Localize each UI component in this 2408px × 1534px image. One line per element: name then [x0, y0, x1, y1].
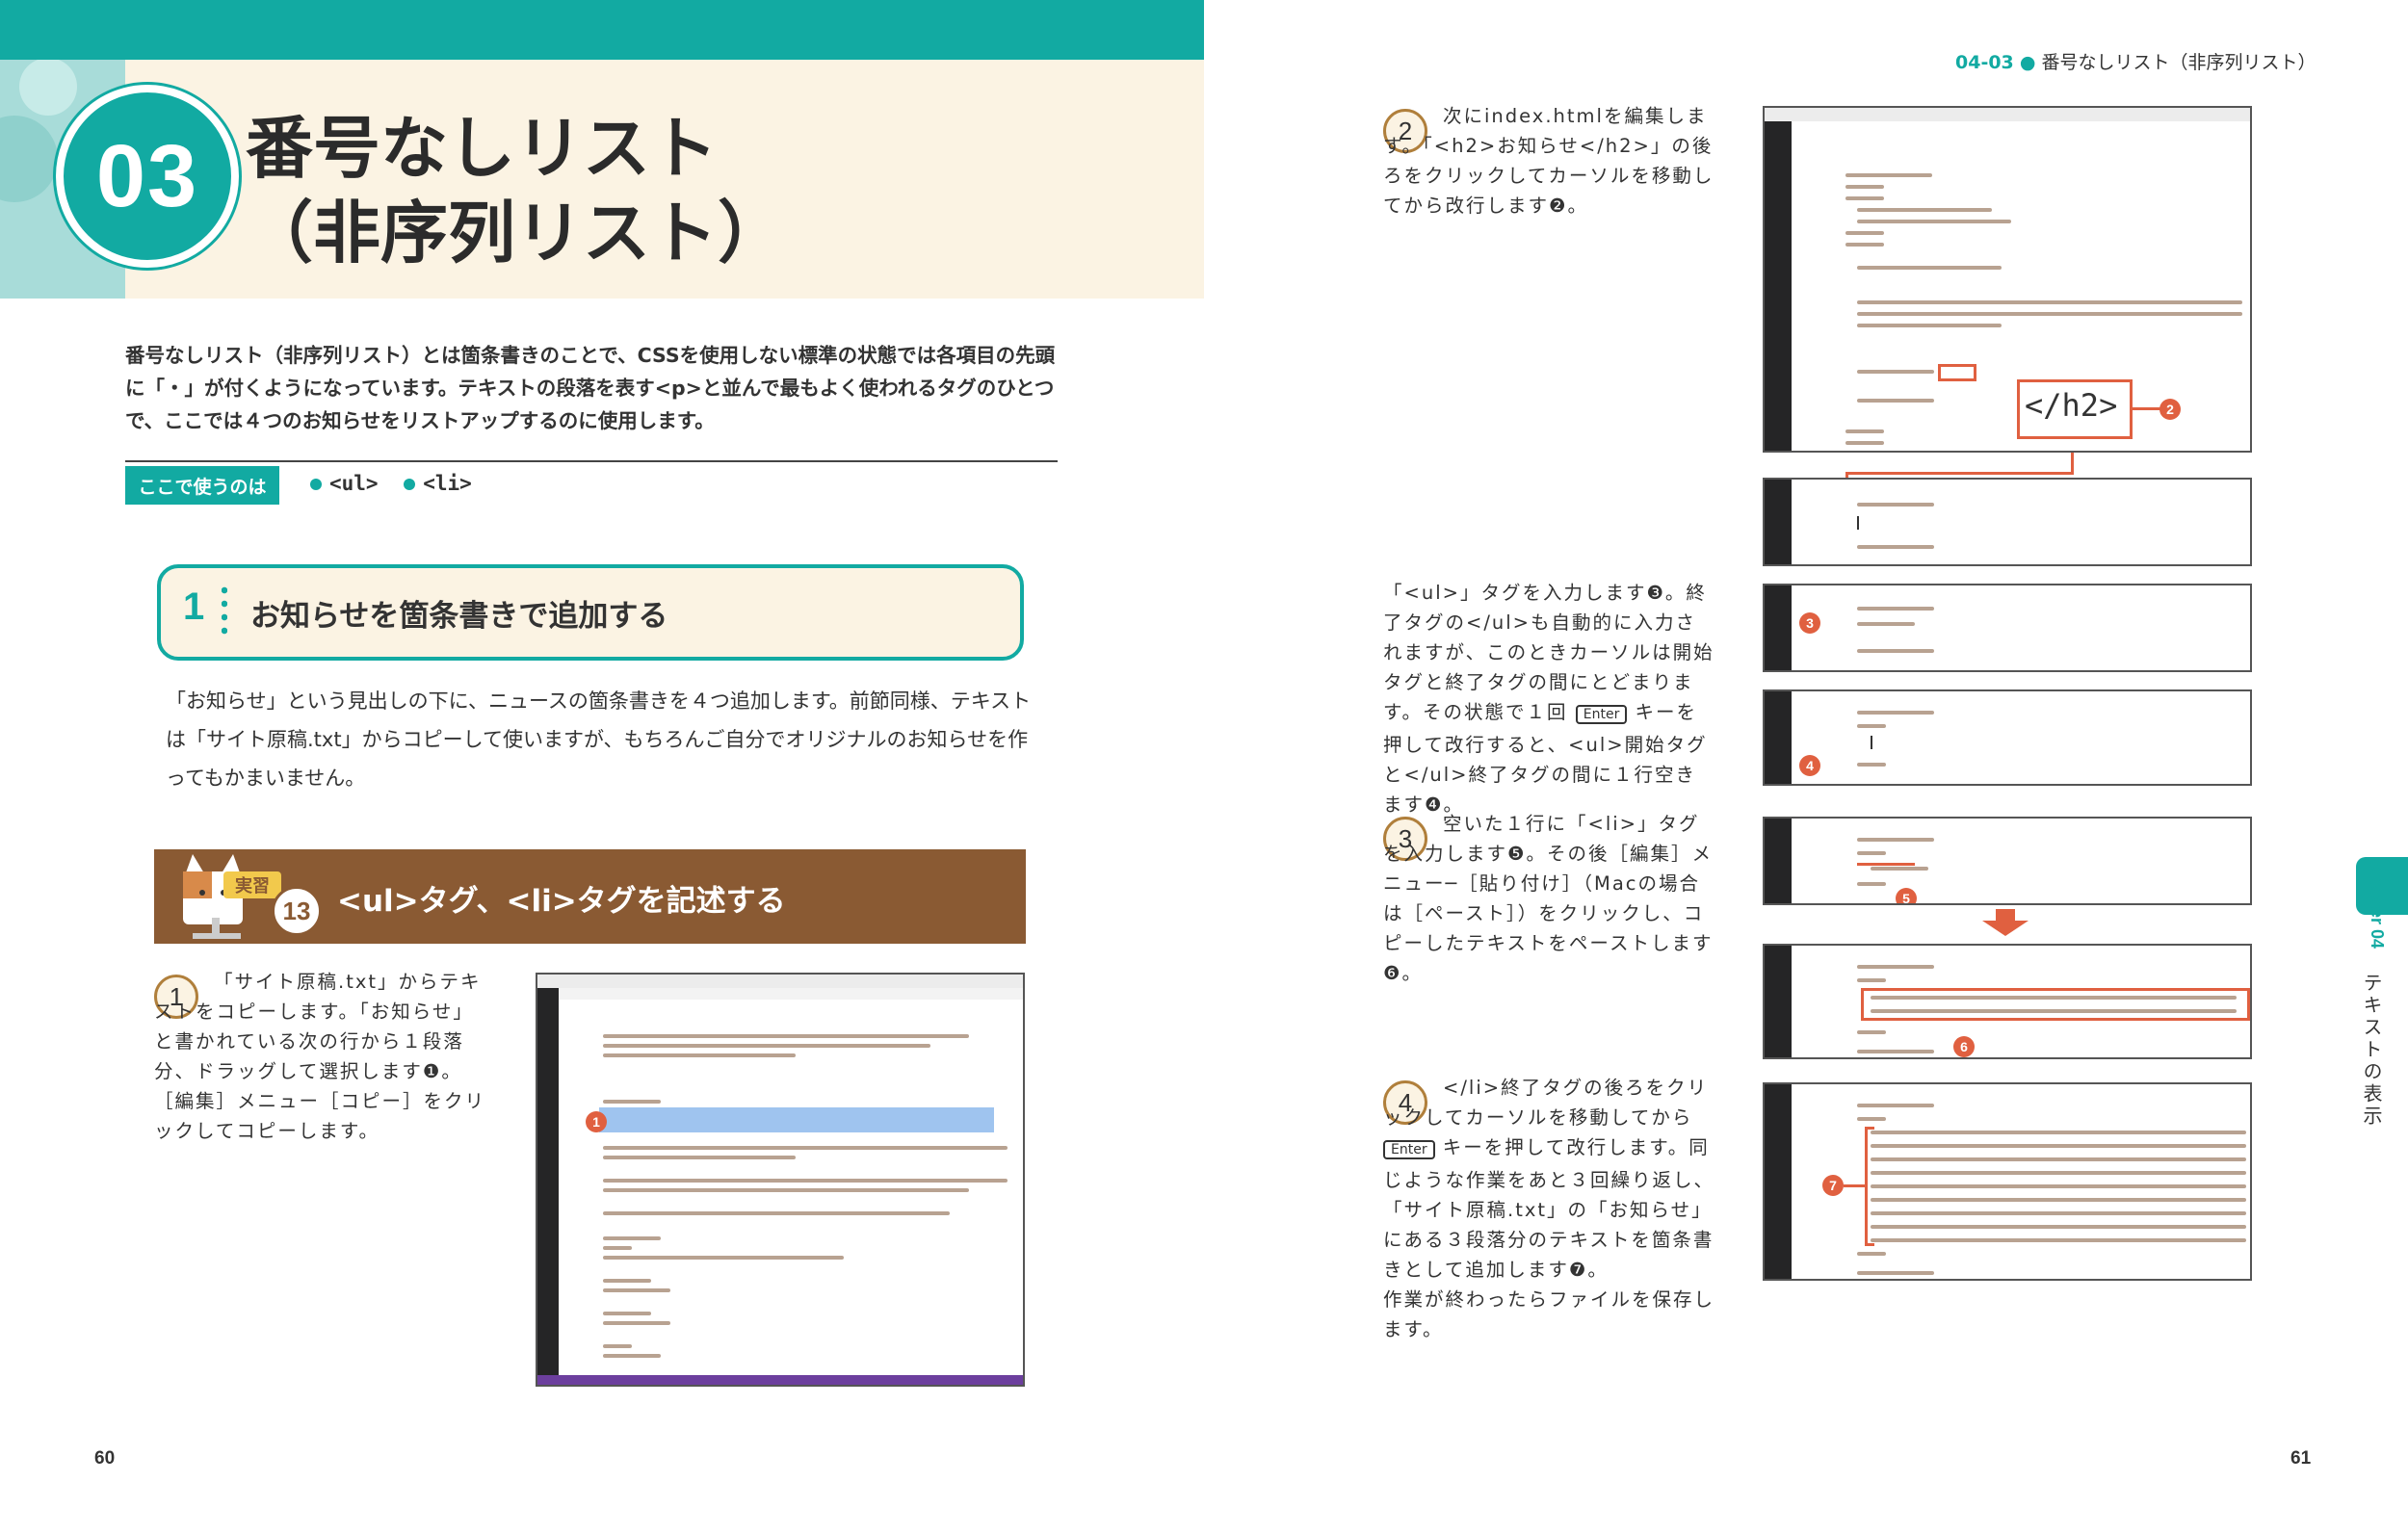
- chapter-header-band: [0, 0, 1204, 60]
- step-number: 1: [183, 585, 205, 628]
- editor-menu-bar: [537, 975, 1023, 988]
- practice-number: 13: [272, 886, 322, 936]
- text-cursor: [1857, 516, 1859, 530]
- page-number-left: 60: [94, 1448, 116, 1469]
- enter-key-icon: Enter: [1575, 705, 1628, 724]
- editor-menu-bar: [1765, 108, 2250, 121]
- editor-status-bar: [537, 1375, 1023, 1385]
- editor-activity-bar: [1765, 108, 1792, 451]
- bullet-icon: [404, 479, 416, 490]
- editor-screenshot: 6: [1763, 944, 2252, 1059]
- enter-key-icon: Enter: [1383, 1140, 1435, 1159]
- substep-text: 「<ul>」タグを入力します❸。終了タグの</ul>も自動的に入力されますが、こ…: [1383, 582, 1714, 816]
- uses-label: ここで使うのは: [125, 466, 279, 505]
- running-head: 04-03 ● 番号なしリスト（非序列リスト）: [1955, 52, 2316, 73]
- chapter-label: chapter 04: [2368, 862, 2387, 949]
- practice-label: 実習: [223, 871, 281, 898]
- editor-screenshot: [1763, 478, 2252, 566]
- marker-5: 5: [1896, 888, 1917, 903]
- marker-7: 7: [1822, 1175, 1844, 1196]
- substep-text: 「サイト原稿.txt」からテキストをコピーします。「お知らせ」と書かれている次の…: [154, 971, 486, 1142]
- substep-text: 次にindex.htmlを編集します。「<h2>お知らせ</h2>」の後ろをクリ…: [1383, 105, 1714, 217]
- running-head-title: 番号なしリスト（非序列リスト）: [2041, 52, 2316, 73]
- marker-1: 1: [586, 1111, 607, 1132]
- page-number-right: 61: [2290, 1448, 2312, 1469]
- uses-tag: <li>: [423, 472, 472, 495]
- editor-screenshot: 5: [1763, 817, 2252, 905]
- running-head-id: 04-03: [1955, 52, 2014, 73]
- step-title: お知らせを箇条書きで追加する: [250, 599, 668, 634]
- substep-text: </li>終了タグの後ろをクリックしてカーソルを移動してから Enter キーを…: [1383, 1077, 1715, 1340]
- section-title: 番号なしリスト （非序列リスト）: [246, 109, 785, 273]
- bullet-icon: [310, 479, 322, 490]
- uses-tag: <ul>: [329, 472, 379, 495]
- text-cursor: [1871, 736, 1872, 749]
- editor-activity-bar: [537, 975, 559, 1385]
- editor-screenshot: 7: [1763, 1082, 2252, 1281]
- intro-paragraph: 番号なしリスト（非序列リスト）とは箇条書きのことで、CSSを使用しない標準の状態…: [125, 344, 1056, 432]
- uses-divider: [125, 460, 1058, 462]
- practice-title: <ul>タグ、<li>タグを記述する: [337, 884, 786, 919]
- section-number-badge: 03: [56, 85, 239, 268]
- chapter-title: テキストの表示: [2360, 973, 2383, 1128]
- uses-tags: <ul> <li>: [297, 472, 472, 495]
- marker-6: 6: [1953, 1036, 1975, 1057]
- arrow-down-icon: [1982, 909, 2028, 936]
- step-divider-dots: [222, 584, 227, 637]
- editor-tab-bar: [559, 988, 1023, 1000]
- step-description: 「お知らせ」という見出しの下に、ニュースの箇条書きを４つ追加します。前節同様、テ…: [166, 689, 1032, 790]
- editor-screenshot: 1: [536, 973, 1025, 1387]
- marker-4: 4: [1799, 755, 1820, 776]
- editor-screenshot: 3: [1763, 584, 2252, 672]
- editor-screenshot: </h2> 2: [1763, 106, 2252, 453]
- callout-h2-tag: </h2>: [2025, 387, 2118, 424]
- marker-3: 3: [1799, 612, 1820, 634]
- editor-screenshot: 4: [1763, 689, 2252, 786]
- marker-2: 2: [2159, 399, 2181, 420]
- selected-text-highlight: [599, 1107, 994, 1132]
- substep-text: 空いた１行に「<li>」タグを入力します❺。その後［編集］メニュー─［貼り付け］…: [1383, 813, 1714, 984]
